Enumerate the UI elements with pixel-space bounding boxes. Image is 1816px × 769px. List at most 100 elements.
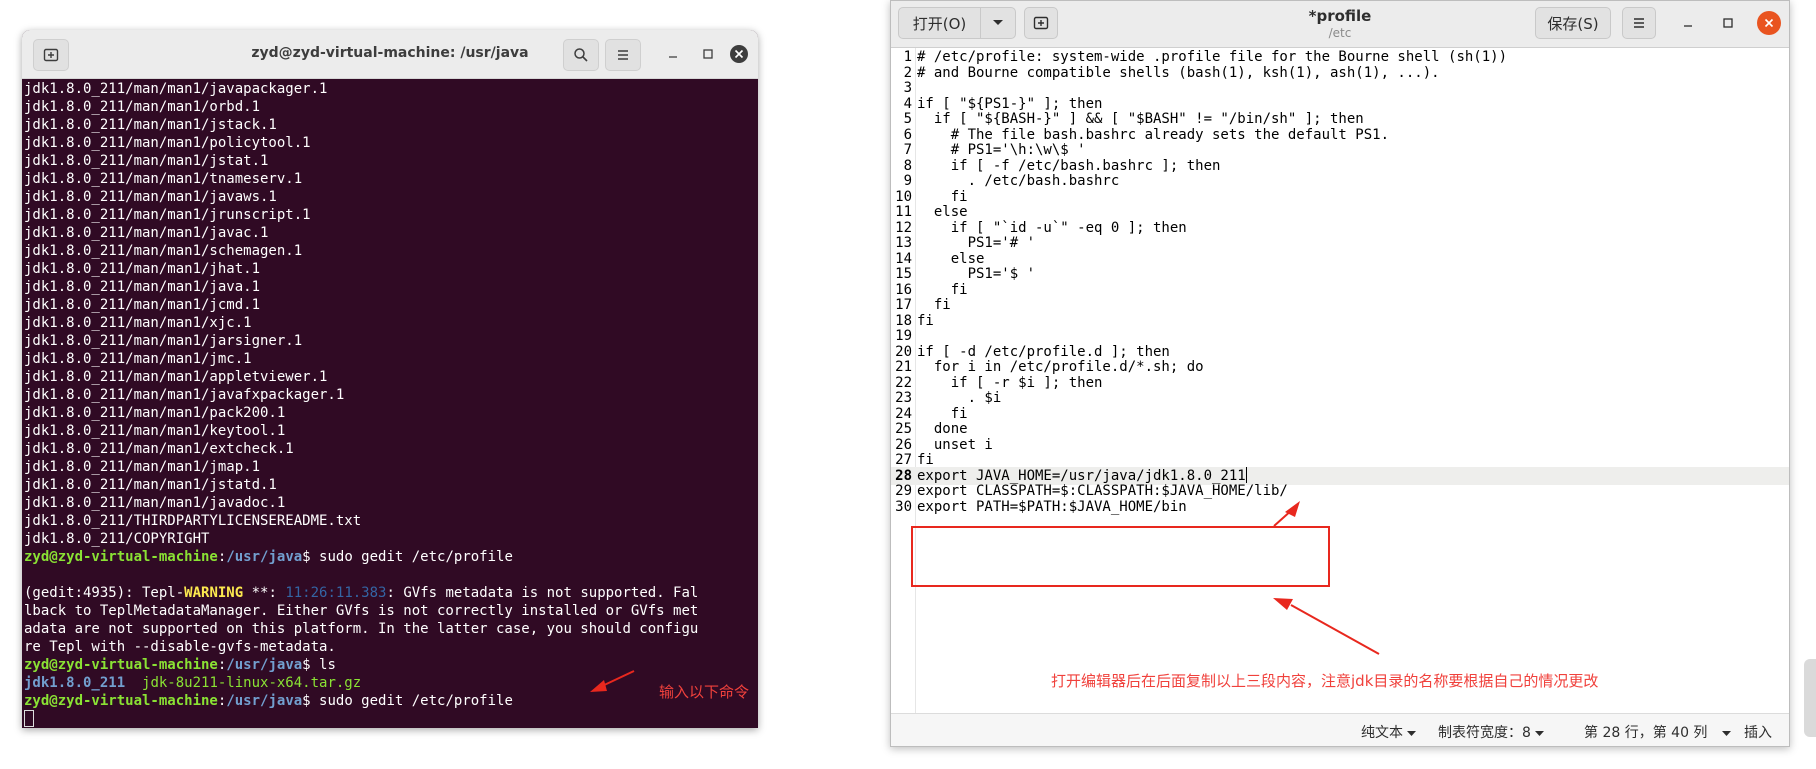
terminal-text-segment: jdk1.8.0_211/man/man1/schemagen.1: [24, 243, 303, 259]
terminal-text-segment: jdk1.8.0_211/man/man1/jrunscript.1: [24, 207, 311, 223]
terminal-line: zyd@zyd-virtual-machine:/usr/java$ sudo …: [24, 692, 750, 710]
terminal-text-segment: (gedit:4935): Tepl-: [24, 585, 185, 601]
terminal-text-segment: /usr/java: [226, 549, 303, 565]
hamburger-icon: [1634, 18, 1644, 28]
terminal-window[interactable]: zyd@zyd-virtual-machine: /usr/java jdk1.…: [22, 30, 758, 728]
terminal-text-segment: jdk1.8.0_211/man/man1/policytool.1: [24, 135, 311, 151]
maximize-button[interactable]: [691, 39, 725, 69]
chevron-down-icon: [1535, 731, 1545, 736]
terminal-text-segment: lback to TeplMetadataManager. Either GVf…: [24, 603, 699, 619]
terminal-line: jdk1.8.0_211/man/man1/javafxpackager.1: [24, 386, 750, 404]
terminal-text-segment: zyd@zyd-virtual-machine: [24, 549, 218, 565]
terminal-text-segment: jdk1.8.0_211/man/man1/jstat.1: [24, 153, 269, 169]
terminal-text-segment: jdk1.8.0_211/man/man1/java.1: [24, 279, 261, 295]
terminal-line: jdk1.8.0_211/man/man1/javadoc.1: [24, 494, 750, 512]
terminal-text-segment: $ sudo gedit /etc/profile: [302, 549, 513, 565]
terminal-text-segment: jdk1.8.0_211/man/man1/javac.1: [24, 225, 269, 241]
insert-mode-label[interactable]: 插入: [1744, 722, 1772, 742]
maximize-button[interactable]: [1716, 11, 1740, 35]
terminal-output[interactable]: jdk1.8.0_211/man/man1/javapackager.1 jdk1…: [24, 80, 750, 728]
minimize-icon: [669, 56, 677, 58]
terminal-line: jdk1.8.0_211/man/man1/xjc.1: [24, 314, 750, 332]
chevron-down-icon: [1721, 731, 1731, 736]
terminal-text-segment: jdk1.8.0_211/man/man1/orbd.1: [24, 99, 261, 115]
close-button[interactable]: [722, 39, 756, 69]
terminal-line: (gedit:4935): Tepl-WARNING **: 11:26:11.…: [24, 584, 750, 602]
terminal-text-segment: jdk1.8.0_211/man/man1/jarsigner.1: [24, 333, 303, 349]
gedit-menu-button[interactable]: [1622, 7, 1656, 39]
terminal-line: zyd@zyd-virtual-machine:/usr/java$ sudo …: [24, 548, 750, 566]
terminal-line: jdk1.8.0_211/THIRDPARTYLICENSEREADME.txt: [24, 512, 750, 530]
terminal-text-segment: /usr/java: [226, 657, 303, 673]
terminal-line: zyd@zyd-virtual-machine:/usr/java$ ls: [24, 656, 750, 674]
terminal-line: jdk1.8.0_211/man/man1/jcmd.1: [24, 296, 750, 314]
terminal-headerbar: zyd@zyd-virtual-machine: /usr/java: [22, 30, 758, 79]
terminal-line: jdk1.8.0_211/man/man1/pack200.1: [24, 404, 750, 422]
save-button[interactable]: 保存(S): [1535, 7, 1611, 39]
terminal-line: jdk1.8.0_211/man/man1/tnameserv.1: [24, 170, 750, 188]
terminal-line: jdk1.8.0_211/man/man1/jrunscript.1: [24, 206, 750, 224]
minimize-button[interactable]: [1676, 11, 1700, 35]
text-editor[interactable]: 1 # /etc/profile: system-wide .profile fi…: [891, 48, 1789, 714]
terminal-text-segment: jdk1.8.0_211/man/man1/xjc.1: [24, 315, 252, 331]
status-bar: 纯文本 制表符宽度：8 第 28 行，第 40 列 插入: [891, 713, 1789, 746]
annotation-arrow-icon: [1273, 501, 1300, 527]
terminal-line: jdk1.8.0_211/man/man1/javapackager.1: [24, 80, 750, 98]
terminal-line: jdk1.8.0_211/man/man1/jstat.1: [24, 152, 750, 170]
terminal-line: jdk1.8.0_211/man/man1/javaws.1: [24, 188, 750, 206]
text-cursor: [1245, 466, 1247, 483]
terminal-line: jdk1.8.0_211/man/man1/javac.1: [24, 224, 750, 242]
terminal-text-segment: $ ls: [302, 657, 336, 673]
cursor-position-selector[interactable]: 第 28 行，第 40 列: [1584, 722, 1731, 742]
close-button[interactable]: [1757, 11, 1781, 35]
gedit-window[interactable]: 打开(O) *profile /etc 保存(S) 1 # /etc/profil…: [890, 0, 1790, 747]
terminal-line: jdk1.8.0_211/man/man1/schemagen.1: [24, 242, 750, 260]
terminal-line: jdk1.8.0_211/man/man1/jstack.1: [24, 116, 750, 134]
scrollbar[interactable]: [1804, 659, 1816, 737]
terminal-line: lback to TeplMetadataManager. Either GVf…: [24, 602, 750, 620]
chevron-down-icon: [1407, 731, 1417, 736]
terminal-text-segment: jdk-8u211-linux-x64.tar.gz: [142, 675, 362, 691]
maximize-icon: [703, 49, 713, 59]
minimize-button[interactable]: [656, 39, 690, 69]
terminal-line: jdk1.8.0_211/man/man1/jstatd.1: [24, 476, 750, 494]
terminal-line: jdk1.8.0_211/COPYRIGHT: [24, 530, 750, 548]
terminal-text-segment: /usr/java: [226, 693, 303, 709]
terminal-text-segment: jdk1.8.0_211/man/man1/jmc.1: [24, 351, 252, 367]
terminal-text-segment: : GVfs metadata is not supported. Fal: [386, 585, 699, 601]
language-selector[interactable]: 纯文本: [1361, 722, 1417, 742]
code-text: export PATH=$PATH:$JAVA_HOME/bin: [917, 498, 1187, 515]
terminal-line: jdk1.8.0_211/man/man1/appletviewer.1: [24, 368, 750, 386]
close-icon: [1764, 18, 1774, 28]
terminal-text-segment: jdk1.8.0_211: [24, 675, 126, 691]
terminal-title: zyd@zyd-virtual-machine: /usr/java: [251, 45, 529, 61]
terminal-text-segment: zyd@zyd-virtual-machine: [24, 657, 218, 673]
annotation-arrow-icon: [590, 670, 635, 692]
terminal-text-segment: WARNING: [184, 585, 244, 601]
terminal-text-segment: jdk1.8.0_211/man/man1/tnameserv.1: [24, 171, 303, 187]
search-button[interactable]: [563, 39, 599, 71]
terminal-text-segment: jdk1.8.0_211/man/man1/jstack.1: [24, 117, 277, 133]
search-icon: [574, 48, 588, 62]
terminal-text-segment: $ sudo gedit /etc/profile: [302, 693, 513, 709]
terminal-text-segment: re Tepl with --disable-gvfs-metadata.: [24, 639, 336, 655]
terminal-line: re Tepl with --disable-gvfs-metadata.: [24, 638, 750, 656]
terminal-line: jdk1.8.0_211/man/man1/keytool.1: [24, 422, 750, 440]
terminal-line: [24, 710, 750, 728]
terminal-text-segment: jdk1.8.0_211/man/man1/jmap.1: [24, 459, 261, 475]
terminal-text-segment: zyd@zyd-virtual-machine: [24, 693, 218, 709]
terminal-text-segment: jdk1.8.0_211/man/man1/javapackager.1: [24, 81, 328, 97]
tab-width-selector[interactable]: 制表符宽度：8: [1438, 722, 1545, 742]
terminal-text-segment: jdk1.8.0_211/man/man1/jstatd.1: [24, 477, 277, 493]
terminal-line: jdk1.8.0_211/man/man1/java.1: [24, 278, 750, 296]
close-icon: [730, 45, 748, 63]
terminal-annotation: 输入以下命令: [659, 683, 750, 701]
minimize-icon: [1684, 25, 1692, 27]
code-line[interactable]: 30 export PATH=$PATH:$JAVA_HOME/bin: [891, 498, 1789, 516]
menu-button[interactable]: [605, 39, 641, 71]
terminal-text-segment: jdk1.8.0_211/man/man1/jhat.1: [24, 261, 261, 277]
terminal-text-segment: jdk1.8.0_211/man/man1/extcheck.1: [24, 441, 294, 457]
cursor-position-label: 第 28 行，第 40 列: [1584, 725, 1708, 741]
terminal-line: jdk1.8.0_211/man/man1/jhat.1: [24, 260, 750, 278]
